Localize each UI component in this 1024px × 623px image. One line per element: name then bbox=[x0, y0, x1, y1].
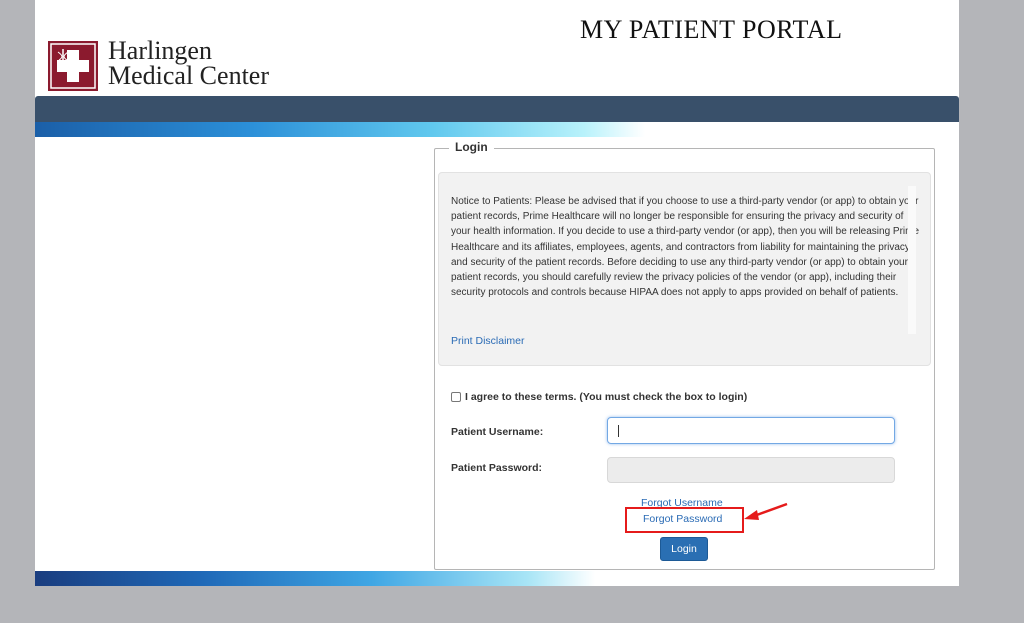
login-legend: Login bbox=[449, 140, 494, 154]
annotation-arrow-icon bbox=[744, 502, 788, 520]
text-caret bbox=[618, 425, 619, 437]
password-input[interactable] bbox=[607, 457, 895, 483]
terms-row: I agree to these terms. (You must check … bbox=[451, 391, 747, 403]
hospital-name-line1: Harlingen bbox=[108, 36, 212, 65]
header-gradient-stripe bbox=[35, 122, 645, 137]
hospital-cross-logo bbox=[48, 41, 98, 91]
print-disclaimer-link[interactable]: Print Disclaimer bbox=[451, 335, 525, 347]
terms-label: I agree to these terms. (You must check … bbox=[465, 391, 748, 403]
login-button[interactable]: Login bbox=[660, 537, 708, 561]
username-input[interactable] bbox=[607, 417, 895, 444]
password-label: Patient Password: bbox=[451, 462, 543, 474]
terms-checkbox[interactable] bbox=[451, 392, 461, 402]
footer-gradient-stripe bbox=[35, 571, 595, 586]
portal-title: MY PATIENT PORTAL bbox=[580, 15, 843, 44]
annotation-highlight-box bbox=[625, 507, 744, 533]
notice-scrollbar[interactable] bbox=[908, 186, 916, 334]
username-label: Patient Username: bbox=[451, 426, 544, 438]
hospital-name-line2: Medical Center bbox=[108, 61, 269, 90]
navigation-bar bbox=[35, 96, 959, 122]
notice-text: Notice to Patients: Please be advised th… bbox=[451, 196, 920, 299]
hospital-name: Harlingen Medical Center bbox=[108, 36, 269, 90]
